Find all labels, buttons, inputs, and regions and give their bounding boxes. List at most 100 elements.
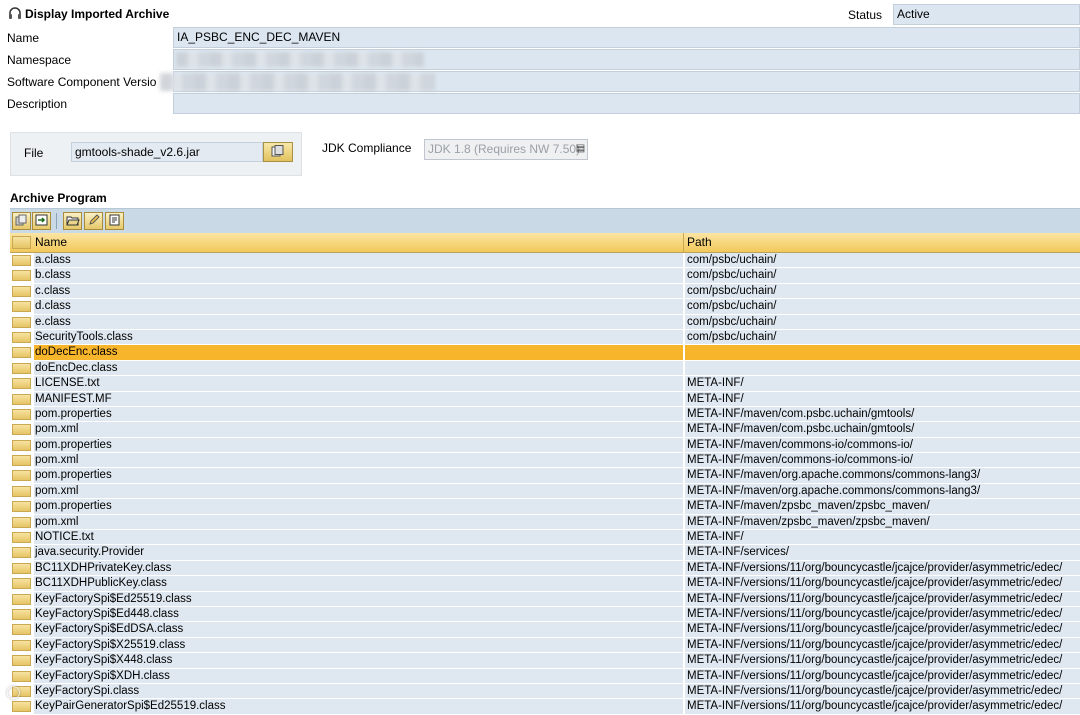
cell-path[interactable]: META-INF/maven/commons-io/commons-io/	[685, 437, 1080, 454]
table-row[interactable]: MANIFEST.MF META-INF/	[10, 391, 1080, 407]
row-selector[interactable]	[12, 701, 31, 713]
cell-path[interactable]: com/psbc/uchain/	[685, 329, 1080, 346]
cell-path[interactable]: META-INF/versions/11/org/bouncycastle/jc…	[685, 606, 1080, 623]
cell-path[interactable]: META-INF/versions/11/org/bouncycastle/jc…	[685, 560, 1080, 577]
cell-path[interactable]: META-INF/maven/com.psbc.uchain/gmtools/	[685, 422, 1080, 438]
cell-name[interactable]: KeyFactorySpi.class	[34, 683, 684, 700]
row-selector[interactable]	[12, 608, 31, 620]
cell-name[interactable]: doEncDec.class	[34, 360, 684, 377]
cell-name[interactable]: KeyFactorySpi$X448.class	[34, 653, 684, 669]
table-row[interactable]: pom.xml META-INF/maven/org.apache.commons…	[10, 483, 1080, 500]
cell-path[interactable]: META-INF/maven/zpsbc_maven/zpsbc_maven/	[685, 499, 1080, 515]
cell-name[interactable]: SecurityTools.class	[34, 329, 684, 346]
row-selector[interactable]	[12, 255, 31, 266]
cell-name[interactable]: BC11XDHPrivateKey.class	[34, 560, 684, 577]
table-row[interactable]: d.class com/psbc/uchain/	[10, 299, 1080, 315]
row-selector[interactable]	[12, 270, 31, 282]
cell-name[interactable]: KeyFactorySpi$EdDSA.class	[34, 622, 684, 638]
row-selector[interactable]	[12, 424, 31, 436]
row-selector[interactable]	[12, 331, 31, 343]
row-selector[interactable]	[12, 532, 31, 544]
cell-name[interactable]: MANIFEST.MF	[34, 391, 684, 407]
row-selector[interactable]	[12, 516, 31, 528]
row-selector[interactable]	[12, 347, 31, 359]
row-selector[interactable]	[12, 439, 31, 451]
cell-name[interactable]: doDecEnc.class	[34, 345, 684, 361]
row-selector[interactable]	[12, 501, 31, 513]
cell-name[interactable]: LICENSE.txt	[34, 376, 684, 392]
edit-button[interactable]	[84, 212, 103, 230]
row-selector[interactable]	[12, 655, 31, 667]
table-row[interactable]: pom.xml META-INF/maven/com.psbc.uchain/gm…	[10, 422, 1080, 438]
select-all-cell[interactable]	[12, 236, 31, 249]
cell-name[interactable]: KeyPairGeneratorSpi$Ed25519.class	[34, 699, 684, 715]
status-field[interactable]: Active	[893, 4, 1080, 25]
cell-name[interactable]: b.class	[34, 268, 684, 284]
description-field[interactable]	[173, 93, 1080, 114]
display-button[interactable]	[105, 212, 124, 230]
column-header-path[interactable]: Path	[685, 233, 1080, 252]
cell-path[interactable]	[685, 345, 1080, 361]
jdk-select[interactable]: JDK 1.8 (Requires NW 7.50)	[424, 139, 588, 160]
cell-path[interactable]: META-INF/versions/11/org/bouncycastle/jc…	[685, 637, 1080, 654]
cell-name[interactable]: KeyFactorySpi$Ed25519.class	[34, 591, 684, 607]
table-row[interactable]: KeyFactorySpi.class META-INF/versions/11/…	[10, 683, 1080, 700]
cell-path[interactable]: META-INF/maven/org.apache.commons/common…	[685, 468, 1080, 484]
table-row[interactable]: pom.xml META-INF/maven/zpsbc_maven/zpsbc_…	[10, 514, 1080, 531]
table-row[interactable]: pom.properties META-INF/maven/com.psbc.uc…	[10, 406, 1080, 423]
table-row[interactable]: KeyPairGeneratorSpi$Ed25519.class META-IN…	[10, 699, 1080, 715]
cell-path[interactable]: com/psbc/uchain/	[685, 299, 1080, 315]
table-row[interactable]: doEncDec.class	[10, 360, 1080, 377]
row-selector[interactable]	[12, 485, 31, 497]
cell-path[interactable]: META-INF/versions/11/org/bouncycastle/jc…	[685, 668, 1080, 684]
table-row[interactable]: KeyFactorySpi$XDH.class META-INF/versions…	[10, 668, 1080, 684]
row-selector[interactable]	[12, 562, 31, 574]
cell-name[interactable]: pom.xml	[34, 514, 684, 531]
table-row[interactable]: LICENSE.txt META-INF/	[10, 376, 1080, 392]
row-selector[interactable]	[12, 285, 31, 297]
cell-name[interactable]: d.class	[34, 299, 684, 315]
cell-path[interactable]: META-INF/versions/11/org/bouncycastle/jc…	[685, 653, 1080, 669]
cell-name[interactable]: pom.xml	[34, 453, 684, 469]
cell-path[interactable]: com/psbc/uchain/	[685, 253, 1080, 269]
table-row[interactable]: KeyFactorySpi$Ed448.class META-INF/versio…	[10, 606, 1080, 623]
table-row[interactable]: a.class com/psbc/uchain/	[10, 253, 1080, 269]
cell-path[interactable]	[685, 360, 1080, 377]
cell-path[interactable]: META-INF/maven/zpsbc_maven/zpsbc_maven/	[685, 514, 1080, 531]
table-row[interactable]: e.class com/psbc/uchain/	[10, 314, 1080, 330]
cell-name[interactable]: pom.xml	[34, 422, 684, 438]
browse-button[interactable]	[263, 142, 293, 162]
cell-path[interactable]: com/psbc/uchain/	[685, 268, 1080, 284]
save-button[interactable]	[32, 212, 51, 230]
cell-path[interactable]: META-INF/maven/org.apache.commons/common…	[685, 483, 1080, 500]
row-selector[interactable]	[12, 378, 31, 390]
row-selector[interactable]	[12, 455, 31, 467]
column-header-name[interactable]: Name	[34, 233, 684, 252]
cell-path[interactable]: com/psbc/uchain/	[685, 283, 1080, 300]
table-row[interactable]: KeyFactorySpi$X25519.class META-INF/versi…	[10, 637, 1080, 654]
row-selector[interactable]	[12, 624, 31, 636]
row-selector[interactable]	[12, 593, 31, 605]
copy-button[interactable]	[12, 212, 31, 230]
dropdown-icon[interactable]: ▤	[575, 141, 586, 157]
cell-name[interactable]: KeyFactorySpi$Ed448.class	[34, 606, 684, 623]
row-selector[interactable]	[12, 547, 31, 559]
row-selector[interactable]	[12, 301, 31, 313]
row-selector[interactable]	[12, 578, 31, 590]
table-row[interactable]: KeyFactorySpi$EdDSA.class META-INF/versio…	[10, 622, 1080, 638]
row-selector[interactable]	[12, 362, 31, 374]
table-row[interactable]: pom.properties META-INF/maven/org.apache.…	[10, 468, 1080, 484]
cell-name[interactable]: pom.properties	[34, 499, 684, 515]
table-row[interactable]: KeyFactorySpi$Ed25519.class META-INF/vers…	[10, 591, 1080, 607]
table-row[interactable]: NOTICE.txt META-INF/	[10, 530, 1080, 546]
file-field[interactable]: gmtools-shade_v2.6.jar	[71, 142, 263, 162]
table-row[interactable]: BC11XDHPublicKey.class META-INF/versions/…	[10, 576, 1080, 592]
table-row[interactable]: pom.properties META-INF/maven/commons-io/…	[10, 437, 1080, 454]
table-row[interactable]: pom.xml META-INF/maven/commons-io/commons…	[10, 453, 1080, 469]
cell-name[interactable]: pom.xml	[34, 483, 684, 500]
cell-path[interactable]: META-INF/	[685, 376, 1080, 392]
cell-name[interactable]: pom.properties	[34, 437, 684, 454]
cell-name[interactable]: pom.properties	[34, 406, 684, 423]
table-row[interactable]: doDecEnc.class	[10, 345, 1080, 361]
row-selector[interactable]	[12, 408, 31, 420]
